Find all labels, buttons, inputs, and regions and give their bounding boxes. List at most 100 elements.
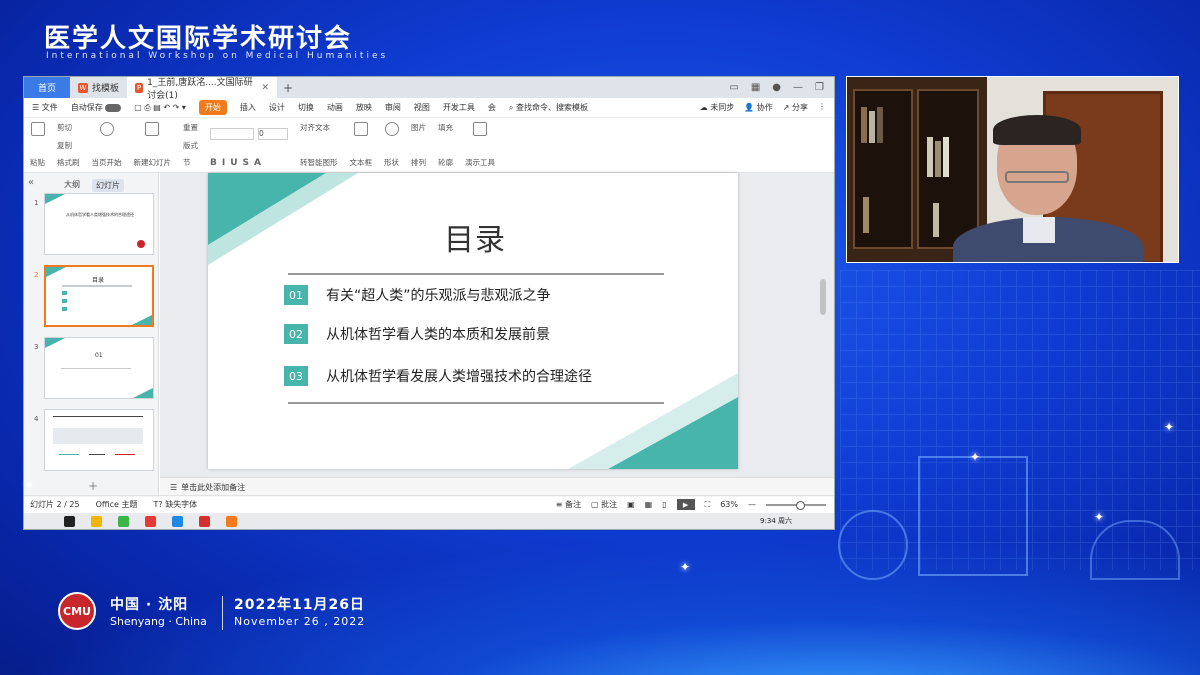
new-slide-button[interactable]: 新建幻灯片 [134, 157, 172, 168]
sorter-view-icon[interactable]: ▦ [645, 500, 653, 509]
textbox-icon[interactable] [353, 122, 368, 136]
strikethrough-button[interactable]: S [243, 158, 249, 168]
underline-button[interactable]: U [230, 158, 237, 168]
avatar-icon[interactable]: ● [772, 82, 781, 93]
new-slide-icon[interactable] [145, 122, 160, 136]
more-icon[interactable]: ⋮ [818, 102, 826, 113]
sync-button[interactable]: ☁ 未同步 [700, 102, 735, 113]
format-painter-button[interactable]: 格式刷 [57, 157, 80, 168]
restore-icon[interactable]: ❐ [815, 82, 824, 93]
reading-view-icon[interactable]: ▯ [662, 500, 666, 509]
vertical-scrollbar[interactable] [820, 279, 826, 315]
shape-button[interactable]: 形状 [384, 157, 399, 168]
align-text-button[interactable]: 对齐文本 [300, 122, 330, 133]
taskbar-app-icon[interactable] [199, 515, 210, 527]
fill-button[interactable]: 填充 [438, 122, 453, 133]
reset-button[interactable]: 重置 [183, 122, 198, 133]
layout-icon[interactable]: ▭ [729, 82, 738, 93]
section-button[interactable]: 节 [183, 157, 191, 168]
paste-icon[interactable] [30, 122, 45, 136]
from-current-button[interactable]: 当页开始 [92, 157, 122, 168]
cut-button[interactable]: 剪切 [57, 122, 72, 133]
ribbon: 粘贴 剪切 复制 格式刷 当页开始 新建幻灯片 重置 版式 节 0 B I U … [24, 118, 834, 173]
slide-thumbnail-2[interactable]: 目录 [44, 265, 154, 327]
copy-button[interactable]: 复制 [57, 140, 72, 151]
bold-button[interactable]: B [210, 158, 217, 168]
date-en: November 26 , 2022 [234, 615, 366, 628]
share-button[interactable]: ↗ 分享 [783, 102, 808, 113]
collab-button[interactable]: 👤 协作 [744, 102, 773, 113]
new-tab-icon[interactable]: + [283, 81, 293, 95]
speaker-collar [1023, 217, 1055, 243]
zoom-out-icon[interactable]: — [748, 500, 756, 509]
textbox-button[interactable]: 文本框 [350, 157, 373, 168]
taskbar-app-icon[interactable] [172, 515, 183, 527]
font-size-select[interactable]: 0 [258, 128, 288, 140]
paste-button[interactable]: 粘贴 [30, 157, 45, 168]
tab-outline[interactable]: 大纲 [64, 179, 80, 192]
menu-devtools[interactable]: 开发工具 [443, 102, 475, 113]
menu-file[interactable]: ☰ 文件 [32, 102, 58, 113]
taskbar-app-icon[interactable] [91, 515, 102, 527]
layout-tools: 重置 版式 节 [183, 122, 198, 168]
menu-slideshow[interactable]: 放映 [356, 102, 372, 113]
taskbar-app-icon[interactable] [118, 515, 129, 527]
window-controls: ▭ ▦ ● — ❐ [729, 82, 834, 93]
fit-window-icon[interactable]: ⛶ [705, 500, 711, 510]
thumb-rule [61, 368, 131, 369]
menu-design[interactable]: 设计 [269, 102, 285, 113]
present-tools-button[interactable]: 演示工具 [465, 157, 495, 168]
arrange-button[interactable]: 排列 [411, 157, 426, 168]
menu-review[interactable]: 审阅 [385, 102, 401, 113]
notes-area[interactable]: ☰ 单击此处添加备注 [160, 477, 834, 497]
thumb-number: 3 [34, 343, 39, 351]
collapse-panel-icon[interactable]: « [28, 177, 34, 188]
shape-icon[interactable] [384, 122, 399, 136]
apps-icon[interactable]: ▦ [751, 82, 760, 93]
theme-name[interactable]: Office 主题 [96, 499, 138, 510]
menu-transition[interactable]: 切换 [298, 102, 314, 113]
tab-slides[interactable]: 幻灯片 [92, 179, 124, 192]
taskbar-app-icon[interactable] [64, 515, 75, 527]
tab-bar: 首页 W 找模板 P 1_王前,唐跃洺....文国际研讨会(1) ✕ + ▭ ▦… [24, 77, 834, 101]
quick-access-icons[interactable]: ▢ ⎙ ▤ ↶ ↷ ▾ [134, 103, 186, 113]
tab-template[interactable]: W 找模板 [70, 77, 127, 98]
menu-view[interactable]: 视图 [414, 102, 430, 113]
menu-member[interactable]: 会 [488, 102, 496, 113]
close-tab-icon[interactable]: ✕ [261, 83, 269, 93]
taskbar-app-icon[interactable] [145, 515, 156, 527]
comment-toggle[interactable]: ▢ 批注 [591, 499, 617, 510]
menu-animation[interactable]: 动画 [327, 102, 343, 113]
missing-font-button[interactable]: T? 缺失字体 [154, 499, 198, 510]
current-slide[interactable]: 目录 01 有关“超人类”的乐观派与悲观派之争 02 从机体哲学看人类的本质和发… [208, 173, 738, 469]
picture-button[interactable]: 图片 [411, 122, 426, 133]
taskbar-app-icon[interactable] [226, 515, 237, 527]
outline-button[interactable]: 轮廓 [438, 157, 453, 168]
normal-view-icon[interactable]: ▣ [627, 500, 635, 509]
menu-start[interactable]: 开始 [198, 100, 227, 115]
slide-thumbnail-3[interactable]: 01 [44, 337, 154, 399]
present-tools-icon[interactable] [473, 122, 487, 136]
layout-button[interactable]: 版式 [183, 140, 198, 151]
notes-toggle[interactable]: ≡ 备注 [556, 499, 581, 510]
command-search[interactable]: ⌕ 查找命令、搜索模板 [509, 102, 588, 113]
play-slideshow-button[interactable]: ▶ [676, 499, 695, 510]
tab-home[interactable]: 首页 [24, 77, 70, 98]
toc-text: 从机体哲学看人类的本质和发展前景 [326, 327, 550, 343]
font-family-select[interactable] [210, 128, 254, 140]
zoom-slider[interactable] [766, 500, 826, 510]
menu-insert[interactable]: 插入 [240, 102, 256, 113]
italic-button[interactable]: I [222, 158, 225, 168]
notes-placeholder: 单击此处添加备注 [181, 483, 246, 492]
slide-thumbnail-4[interactable] [44, 409, 154, 471]
tab-document[interactable]: P 1_王前,唐跃洺....文国际研讨会(1) ✕ [127, 77, 278, 101]
slide-thumbnail-1[interactable]: 从机体哲学看人类增强技术的合理途径 [44, 193, 154, 255]
play-from-current-icon[interactable] [99, 122, 114, 136]
panel-tabs: 大纲 幻灯片 [24, 173, 158, 192]
speaker-glasses [1005, 171, 1069, 183]
smartart-button[interactable]: 转智能图形 [300, 157, 338, 168]
font-color-button[interactable]: A [254, 158, 261, 168]
autosave-toggle[interactable]: 自动保存 [71, 102, 122, 113]
minimize-icon[interactable]: — [793, 82, 803, 93]
add-slide-icon[interactable]: + [88, 479, 98, 493]
